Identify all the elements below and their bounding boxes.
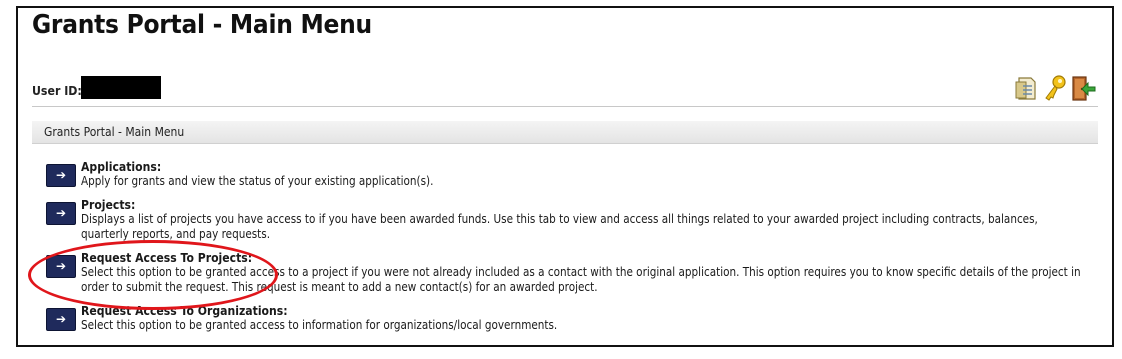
projects-description: Displays a list of projects you have acc… [81,212,1038,241]
request-access-projects-button[interactable]: ➔ [46,255,76,278]
request-access-projects-description: Select this option to be granted access … [81,265,1081,294]
user-id-redacted [81,76,161,99]
request-access-organizations-title[interactable]: Request Access To Organizations: [81,303,951,318]
portal-frame: Grants Portal - Main Menu User ID: Grant… [16,6,1114,347]
user-row: User ID: [32,74,1098,107]
page-title: Grants Portal - Main Menu [32,10,372,40]
projects-button[interactable]: ➔ [46,202,76,225]
section-header-label: Grants Portal - Main Menu [44,125,185,139]
request-access-organizations-button[interactable]: ➔ [46,308,76,331]
exit-door-icon[interactable] [1070,74,1096,102]
document-icon[interactable] [1014,74,1040,102]
toolbar [1014,74,1096,102]
request-access-organizations-description: Select this option to be granted access … [81,318,558,332]
applications-description: Apply for grants and view the status of … [81,174,434,188]
key-icon[interactable] [1042,74,1068,102]
section-header: Grants Portal - Main Menu [32,121,1098,144]
projects-title[interactable]: Projects: [81,197,951,212]
applications-title[interactable]: Applications: [81,159,951,174]
request-access-projects-title[interactable]: Request Access To Projects: [81,250,951,265]
user-id-label: User ID: [32,83,82,98]
applications-button[interactable]: ➔ [46,164,76,187]
